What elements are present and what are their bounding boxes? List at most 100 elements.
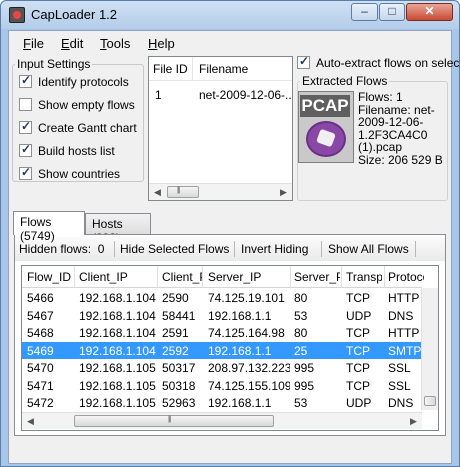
- create-gantt-chart-checkbox[interactable]: Create Gantt chart: [19, 119, 137, 137]
- identify-protocols-checkbox[interactable]: Identify protocols: [19, 73, 129, 91]
- flow-cell: HTTP: [388, 291, 420, 305]
- flow-cell: 192.168.1.104: [79, 326, 156, 340]
- show-empty-flows-checkbox[interactable]: Show empty flows: [19, 98, 135, 114]
- auto-extract-checkbox[interactable]: Auto-extract flows on select: [297, 54, 460, 72]
- flow-cell: TCP: [346, 378, 370, 393]
- minimize-button[interactable]: –: [351, 3, 378, 21]
- extracted-flows-title: Extracted Flows: [300, 74, 390, 88]
- close-button[interactable]: ✕: [406, 3, 453, 21]
- show-all-flows-button[interactable]: Show All Flows: [328, 242, 409, 256]
- col-client-port[interactable]: Client_P: [162, 270, 202, 284]
- column-divider[interactable]: [192, 57, 193, 81]
- column-divider[interactable]: [290, 266, 291, 288]
- flow-cell: TCP: [346, 291, 370, 305]
- col-transport[interactable]: Transp: [346, 270, 382, 284]
- column-divider[interactable]: [157, 266, 158, 288]
- scroll-right-icon[interactable]: ▶: [275, 184, 292, 200]
- column-divider[interactable]: [74, 266, 75, 288]
- flow-cell: 5466: [27, 291, 54, 305]
- flow-row[interactable]: 5469 192.168.1.104 2592 192.168.1.1 25 TCP SMT…: [22, 341, 422, 359]
- flow-cell: TCP: [346, 343, 370, 358]
- flow-cell: 58441: [162, 308, 196, 323]
- flow-cell: DNS: [388, 308, 414, 323]
- flows-hscrollbar[interactable]: ◀ ||| ▶: [22, 412, 422, 429]
- flow-cell: 5472: [27, 396, 54, 410]
- menu-edit[interactable]: Edit: [61, 36, 83, 51]
- column-divider[interactable]: [341, 266, 342, 288]
- flow-cell: 192.168.1.104: [79, 308, 156, 323]
- flow-cell: 25: [294, 343, 308, 358]
- file-list[interactable]: File ID Filename 1 net-2009-12-06-... ◀ …: [148, 56, 293, 201]
- flow-cell: 50318: [162, 378, 196, 393]
- flow-cell: 5467: [27, 308, 54, 323]
- filename-cell: net-2009-12-06-...: [199, 88, 291, 102]
- flow-row[interactable]: 5470 192.168.1.105 50317 208.97.132.223 995 T…: [22, 359, 422, 377]
- toolbar-separator: [415, 241, 416, 257]
- hide-selected-flows-button[interactable]: Hide Selected Flows: [120, 242, 229, 256]
- hidden-flows-label: Hidden flows: 0: [19, 242, 105, 256]
- flow-cell: DNS: [388, 396, 414, 410]
- column-divider[interactable]: [384, 266, 385, 288]
- menu-tools[interactable]: Tools: [100, 36, 130, 51]
- flows-table[interactable]: Flow_ID Client_IP Client_P Server_IP Ser…: [21, 265, 439, 431]
- flow-row[interactable]: 5472 192.168.1.105 52963 192.168.1.1 53 UDP DN…: [22, 394, 422, 412]
- input-settings-title: Input Settings: [15, 57, 93, 71]
- show-countries-checkbox[interactable]: Show countries: [19, 165, 120, 183]
- flow-cell: 80: [294, 326, 308, 340]
- file-id-cell: 1: [155, 88, 162, 102]
- flow-cell: 5469: [27, 343, 54, 358]
- flow-row[interactable]: 5468 192.168.1.104 2591 74.125.164.98 80 TCP H…: [22, 324, 422, 342]
- checkbox-icon: [19, 119, 32, 134]
- flow-cell: SSL: [388, 361, 411, 375]
- file-row[interactable]: 1 net-2009-12-06-...: [149, 83, 292, 106]
- tab-flows[interactable]: Flows (5749): [13, 211, 85, 243]
- flow-cell: 995: [294, 361, 315, 375]
- scroll-right-icon[interactable]: ▶: [405, 413, 422, 429]
- app-icon: [9, 7, 25, 23]
- toolbar-separator: [321, 241, 322, 257]
- file-list-hscrollbar[interactable]: ◀ ||| ▶: [149, 183, 292, 200]
- col-protocol[interactable]: Protocol: [388, 270, 424, 284]
- pcap-file-icon[interactable]: PCAP: [298, 91, 354, 163]
- col-server-port[interactable]: Server_P: [294, 270, 340, 284]
- flow-cell: 5470: [27, 361, 54, 375]
- filename-header[interactable]: Filename: [199, 62, 248, 76]
- flow-cell: 2590: [162, 291, 189, 305]
- checkbox-icon: [19, 73, 32, 88]
- col-flow-id[interactable]: Flow_ID: [27, 270, 72, 284]
- flow-cell: 53: [294, 308, 308, 323]
- flow-cell: 5468: [27, 326, 54, 340]
- flow-row[interactable]: 5467 192.168.1.104 58441 192.168.1.1 53 UDP DN…: [22, 307, 422, 325]
- tab-hosts[interactable]: Hosts (333): [85, 213, 151, 245]
- flow-row[interactable]: 5466 192.168.1.104 2590 74.125.19.101 80 TCP H…: [22, 289, 422, 307]
- menu-bar: File Edit Tools Help: [9, 33, 451, 53]
- flows-table-header: Flow_ID Client_IP Client_P Server_IP Ser…: [22, 266, 424, 288]
- checkbox-icon: [297, 54, 310, 69]
- window-title: CapLoader 1.2: [31, 7, 118, 22]
- scroll-left-icon[interactable]: ◀: [22, 413, 39, 429]
- flow-cell: 2591: [162, 326, 189, 340]
- col-client-ip[interactable]: Client_IP: [79, 270, 154, 284]
- scroll-thumb[interactable]: [74, 415, 274, 427]
- menu-help[interactable]: Help: [148, 36, 175, 51]
- scroll-left-icon[interactable]: ◀: [149, 184, 166, 200]
- build-hosts-list-checkbox[interactable]: Build hosts list: [19, 142, 115, 160]
- input-settings-group: Input Settings Identify protocols Show e…: [12, 57, 144, 183]
- flow-cell: 53: [294, 396, 308, 410]
- invert-hiding-button[interactable]: Invert Hiding: [241, 242, 308, 256]
- col-server-ip[interactable]: Server_IP: [208, 270, 288, 284]
- file-id-header[interactable]: File ID: [153, 62, 188, 76]
- scroll-thumb[interactable]: [424, 396, 436, 406]
- flows-vscrollbar[interactable]: [421, 288, 438, 410]
- flow-cell: 2592: [162, 343, 189, 358]
- flow-row[interactable]: 5471 192.168.1.105 50318 74.125.155.109 995 T…: [22, 377, 422, 395]
- toolbar-separator: [234, 241, 235, 257]
- scroll-thumb[interactable]: [167, 186, 199, 198]
- maximize-button[interactable]: □: [379, 3, 405, 21]
- title-bar[interactable]: CapLoader 1.2 – □ ✕: [1, 1, 459, 29]
- menu-file[interactable]: File: [23, 36, 44, 51]
- column-divider[interactable]: [202, 266, 203, 288]
- extracted-info: Flows: 1 Filename: net- 2009-12-06- 1.2F…: [358, 90, 443, 167]
- flow-cell: 192.168.1.1: [208, 308, 272, 323]
- flow-cell: 192.168.1.1: [208, 396, 272, 410]
